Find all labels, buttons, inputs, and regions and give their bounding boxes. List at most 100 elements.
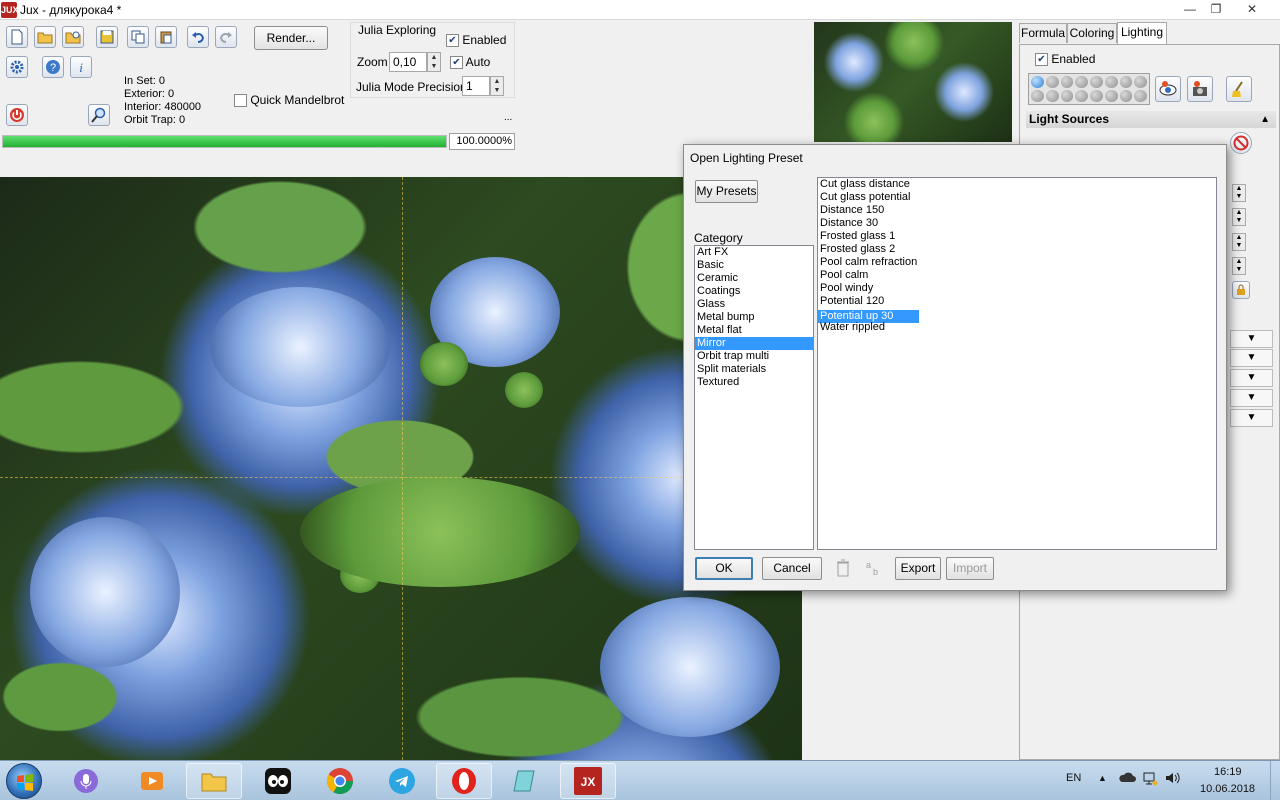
- my-presets-button[interactable]: My Presets: [695, 180, 758, 203]
- light-swatch[interactable]: [1031, 76, 1044, 88]
- category-item[interactable]: Textured: [695, 376, 813, 389]
- reset-lighting-broom-icon[interactable]: [1226, 76, 1252, 102]
- section-expand-chevron-down-icon[interactable]: ▼: [1230, 349, 1273, 367]
- light-swatch[interactable]: [1104, 76, 1118, 88]
- tray-volume-icon[interactable]: [1164, 770, 1180, 789]
- taskbar-telegram-icon[interactable]: [374, 763, 430, 799]
- help-icon[interactable]: ?: [42, 56, 64, 78]
- category-item[interactable]: Basic: [695, 259, 813, 272]
- category-item[interactable]: Art FX: [695, 246, 813, 259]
- render-button[interactable]: Render...: [254, 26, 328, 50]
- tray-onedrive-icon[interactable]: [1118, 770, 1136, 787]
- light-swatch[interactable]: [1060, 76, 1074, 88]
- expand-ellipsis[interactable]: ...: [504, 112, 512, 123]
- cancel-button[interactable]: Cancel: [762, 557, 822, 580]
- section-expand-chevron-down-icon[interactable]: ▼: [1230, 409, 1273, 427]
- julia-preview-thumbnail[interactable]: [814, 22, 1012, 142]
- redo-icon[interactable]: [215, 26, 237, 48]
- tab-formula[interactable]: Formula: [1019, 23, 1067, 43]
- tab-coloring[interactable]: Coloring: [1067, 23, 1117, 43]
- preset-item[interactable]: Pool calm: [818, 269, 1216, 282]
- section-expand-chevron-down-icon[interactable]: ▼: [1230, 369, 1273, 387]
- taskbar-chrome-icon[interactable]: [312, 763, 368, 799]
- save-icon[interactable]: [96, 26, 118, 48]
- precision-spinner[interactable]: ▲ ▼: [490, 76, 504, 96]
- auto-checkbox[interactable]: ✔: [450, 56, 463, 70]
- maximize-button[interactable]: ❐: [1202, 0, 1230, 18]
- ok-button[interactable]: OK: [695, 557, 753, 580]
- collapse-arrow-icon[interactable]: ▲: [1260, 111, 1270, 128]
- light-camera-icon[interactable]: [1187, 76, 1213, 102]
- preset-item[interactable]: Potential 120: [818, 295, 1216, 308]
- light-swatch[interactable]: [1045, 90, 1059, 102]
- show-desktop-button[interactable]: [1270, 761, 1280, 800]
- light-swatch[interactable]: [1119, 76, 1133, 88]
- light-param-spinner[interactable]: ▲ ▼: [1232, 208, 1246, 226]
- taskbar-notes-icon[interactable]: [498, 763, 554, 799]
- light-sources-header[interactable]: Light Sources ▲: [1026, 111, 1276, 128]
- preset-item[interactable]: Frosted glass 2: [818, 243, 1216, 256]
- category-item[interactable]: Ceramic: [695, 272, 813, 285]
- delete-trash-icon[interactable]: [836, 559, 850, 577]
- lighting-enabled-option[interactable]: ✔ Enabled: [1035, 52, 1095, 67]
- tray-overflow-chevron-up-icon[interactable]: ▲: [1098, 773, 1107, 783]
- import-button[interactable]: Import: [946, 557, 994, 580]
- paste-icon[interactable]: [155, 26, 177, 48]
- taskbar-media-player-icon[interactable]: [124, 763, 180, 799]
- taskbar-eyes-app-icon[interactable]: [250, 763, 306, 799]
- section-expand-chevron-down-icon[interactable]: ▼: [1230, 389, 1273, 407]
- quick-mandelbrot-checkbox[interactable]: [234, 94, 247, 108]
- zoom-spinner[interactable]: ▲ ▼: [427, 52, 441, 72]
- light-param-spinner[interactable]: ▲ ▼: [1232, 257, 1246, 275]
- open-recent-icon[interactable]: [62, 26, 84, 48]
- light-swatch[interactable]: [1075, 90, 1088, 102]
- copy-icon[interactable]: [127, 26, 149, 48]
- light-swatch[interactable]: [1134, 76, 1147, 88]
- light-param-spinner[interactable]: ▲ ▼: [1232, 233, 1246, 251]
- minimize-button[interactable]: —: [1176, 0, 1204, 18]
- tray-clock-time[interactable]: 16:19: [1214, 766, 1242, 778]
- precision-input[interactable]: 1: [462, 76, 490, 96]
- preset-item[interactable]: Water rippled: [818, 321, 1216, 334]
- category-list[interactable]: Art FX Basic Ceramic Coatings Glass Metal bum…: [694, 245, 814, 550]
- lock-icon[interactable]: [1232, 281, 1250, 299]
- light-swatch[interactable]: [1090, 90, 1103, 102]
- category-item[interactable]: Split materials: [695, 363, 813, 376]
- new-file-icon[interactable]: [6, 26, 28, 48]
- rename-ab-icon[interactable]: ab: [864, 559, 882, 577]
- tray-network-icon[interactable]: [1142, 770, 1158, 789]
- auto-option[interactable]: ✔ Auto: [450, 55, 490, 70]
- light-preview-eye-icon[interactable]: [1155, 76, 1181, 102]
- zoom-input[interactable]: 0,10: [389, 52, 427, 72]
- preset-item[interactable]: Pool calm refraction: [818, 256, 1216, 269]
- light-swatch-grid[interactable]: [1028, 73, 1150, 105]
- julia-enabled-checkbox[interactable]: ✔: [446, 34, 459, 48]
- preset-item[interactable]: Cut glass potential: [818, 191, 1216, 204]
- category-item[interactable]: Orbit trap multi: [695, 350, 813, 363]
- light-swatch[interactable]: [1045, 76, 1059, 88]
- fractal-render-canvas[interactable]: [0, 177, 802, 760]
- preset-item[interactable]: Distance 150: [818, 204, 1216, 217]
- close-window-button[interactable]: ✕: [1238, 0, 1266, 18]
- zoom-magnifier-icon[interactable]: [88, 104, 110, 126]
- light-swatch[interactable]: [1060, 90, 1074, 102]
- disable-light-icon[interactable]: [1230, 132, 1252, 154]
- category-item[interactable]: Coatings: [695, 285, 813, 298]
- category-item[interactable]: Metal flat: [695, 324, 813, 337]
- tab-lighting[interactable]: Lighting: [1117, 22, 1167, 44]
- info-icon[interactable]: i: [70, 56, 92, 78]
- preset-item[interactable]: Pool windy: [818, 282, 1216, 295]
- preset-item[interactable]: Frosted glass 1: [818, 230, 1216, 243]
- taskbar-explorer-icon[interactable]: [186, 763, 242, 799]
- taskbar-cortana-mic-icon[interactable]: [58, 763, 114, 799]
- power-stop-icon[interactable]: [6, 104, 28, 126]
- section-expand-chevron-down-icon[interactable]: ▼: [1230, 330, 1273, 348]
- start-button[interactable]: [6, 763, 42, 799]
- light-swatch[interactable]: [1134, 90, 1147, 102]
- quick-mandelbrot-option[interactable]: Quick Mandelbrot: [234, 93, 344, 108]
- light-swatch[interactable]: [1031, 90, 1044, 102]
- tray-clock-date[interactable]: 10.06.2018: [1200, 783, 1255, 795]
- taskbar-jux-icon[interactable]: JX: [560, 763, 616, 799]
- preset-list[interactable]: Cut glass distance Cut glass potential Dis…: [817, 177, 1217, 550]
- category-item[interactable]: Glass: [695, 298, 813, 311]
